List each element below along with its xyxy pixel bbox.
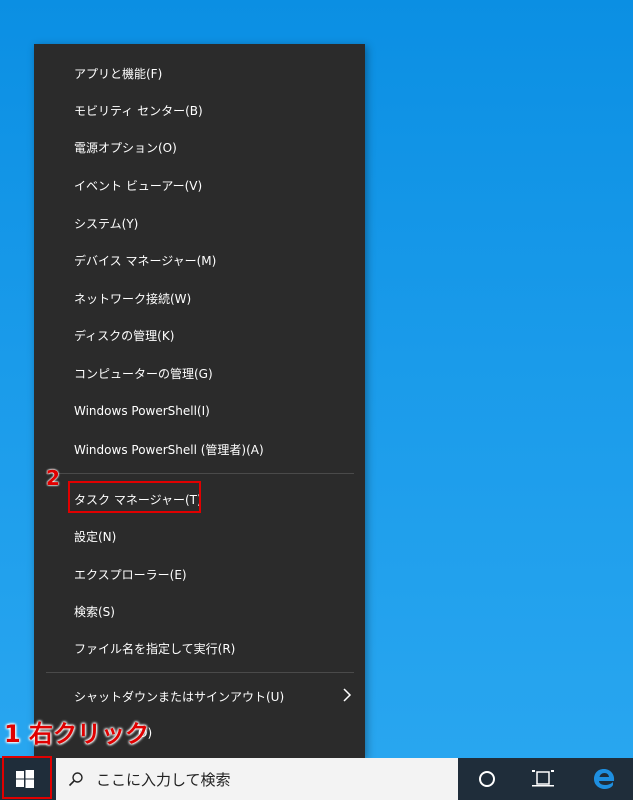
menu-item-label: 検索(S): [74, 604, 115, 619]
menu-item-powershell[interactable]: Windows PowerShell(I): [34, 393, 365, 429]
menu-item-label: コンピューターの管理(G): [74, 366, 213, 381]
menu-item-label: イベント ビューアー(V): [74, 178, 203, 193]
cortana-icon: [479, 771, 495, 787]
cortana-button[interactable]: [463, 758, 511, 800]
menu-item-computer-management[interactable]: コンピューターの管理(G): [34, 355, 365, 391]
menu-item-event-viewer[interactable]: イベント ビューアー(V): [34, 167, 365, 203]
menu-item-label: システム(Y): [74, 216, 139, 231]
menu-item-label: ファイル名を指定して実行(R): [74, 641, 236, 656]
menu-item-disk-management[interactable]: ディスクの管理(K): [34, 317, 365, 353]
menu-item-label: モビリティ センター(B): [74, 103, 203, 118]
search-placeholder: ここに入力して検索: [96, 770, 231, 789]
chevron-right-icon: [343, 688, 352, 702]
menu-item-mobility-center[interactable]: モビリティ センター(B): [34, 92, 365, 128]
menu-item-powershell-admin[interactable]: Windows PowerShell (管理者)(A): [34, 431, 365, 467]
menu-item-apps-features[interactable]: アプリと機能(F): [34, 55, 365, 91]
menu-item-search[interactable]: 検索(S): [34, 593, 365, 629]
menu-item-network-connections[interactable]: ネットワーク接続(W): [34, 280, 365, 316]
winx-context-menu: アプリと機能(F) モビリティ センター(B) 電源オプション(O) イベント …: [34, 44, 365, 758]
start-button-highlight: [2, 756, 52, 799]
menu-item-label: ディスクの管理(K): [74, 328, 175, 343]
menu-item-label: デバイス マネージャー(M): [74, 253, 217, 268]
menu-item-run[interactable]: ファイル名を指定して実行(R): [34, 630, 365, 666]
menu-separator: [46, 473, 354, 474]
task-manager-highlight: [68, 481, 201, 513]
task-view-icon: [532, 770, 554, 787]
menu-item-system[interactable]: システム(Y): [34, 205, 365, 241]
step-2-label: 2: [46, 466, 60, 490]
search-icon: [68, 772, 83, 787]
menu-item-power-options[interactable]: 電源オプション(O): [34, 129, 365, 165]
task-view-button[interactable]: [519, 758, 567, 800]
edge-button[interactable]: [580, 758, 628, 800]
edge-icon: [594, 769, 615, 789]
menu-item-label: シャットダウンまたはサインアウト(U): [74, 689, 285, 704]
menu-item-device-manager[interactable]: デバイス マネージャー(M): [34, 242, 365, 278]
menu-item-label: 電源オプション(O): [74, 140, 177, 155]
menu-item-settings[interactable]: 設定(N): [34, 518, 365, 554]
menu-item-label: エクスプローラー(E): [74, 567, 187, 582]
menu-item-shutdown-signout[interactable]: シャットダウンまたはサインアウト(U): [34, 678, 365, 714]
menu-item-label: Windows PowerShell(I): [74, 404, 210, 418]
menu-item-label: ネットワーク接続(W): [74, 291, 192, 306]
taskbar-search-box[interactable]: ここに入力して検索: [56, 758, 458, 800]
menu-item-label: 設定(N): [74, 529, 117, 544]
menu-item-label: アプリと機能(F): [74, 66, 163, 81]
menu-item-label: Windows PowerShell (管理者)(A): [74, 442, 264, 457]
step-1-label: 1 右クリック: [4, 720, 150, 748]
menu-item-explorer[interactable]: エクスプローラー(E): [34, 556, 365, 592]
taskbar: ここに入力して検索: [0, 758, 633, 800]
menu-separator: [46, 672, 354, 673]
